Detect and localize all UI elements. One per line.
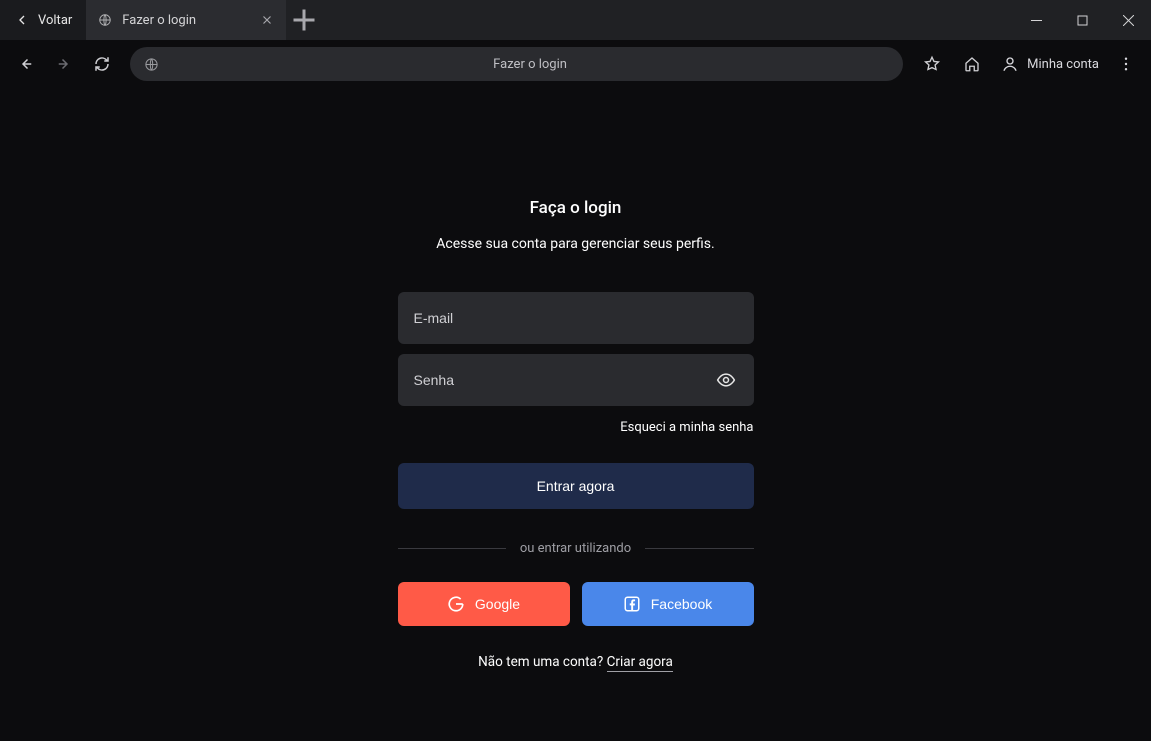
window-close-button[interactable] [1105, 0, 1151, 40]
login-panel: Faça o login Acesse sua conta para geren… [386, 88, 766, 741]
forgot-password-link[interactable]: Esqueci a minha senha [398, 420, 754, 435]
arrow-left-icon [14, 12, 30, 28]
signup-link[interactable]: Criar agora [607, 654, 673, 672]
address-bar[interactable]: Fazer o login [130, 47, 903, 81]
user-icon [1001, 55, 1019, 73]
facebook-icon [623, 595, 641, 613]
eye-icon [716, 370, 736, 390]
toggle-password-visibility-button[interactable] [714, 368, 738, 392]
titlebar: Voltar Fazer o login [0, 0, 1151, 40]
maximize-icon [1077, 15, 1088, 26]
window-minimize-button[interactable] [1013, 0, 1059, 40]
password-field-container [398, 354, 754, 406]
arrow-left-icon [17, 55, 35, 73]
signup-row: Não tem uma conta? Criar agora [386, 654, 766, 670]
social-buttons: Google Facebook [398, 582, 754, 626]
divider-label: ou entrar utilizando [520, 541, 631, 556]
tab-title: Fazer o login [122, 13, 196, 28]
facebook-label: Facebook [651, 596, 712, 612]
social-divider: ou entrar utilizando [398, 541, 754, 556]
reload-button[interactable] [86, 48, 118, 80]
submit-button[interactable]: Entrar agora [398, 463, 754, 509]
google-label: Google [475, 596, 520, 612]
home-icon [963, 55, 981, 73]
titlebar-back-label: Voltar [38, 13, 72, 28]
address-text: Fazer o login [171, 57, 889, 72]
nav-forward-button[interactable] [48, 48, 80, 80]
facebook-login-button[interactable]: Facebook [582, 582, 754, 626]
reload-icon [93, 55, 111, 73]
account-button[interactable]: Minha conta [995, 55, 1105, 73]
password-field[interactable] [414, 372, 714, 388]
window-maximize-button[interactable] [1059, 0, 1105, 40]
google-icon [447, 595, 465, 613]
close-icon [1123, 15, 1134, 26]
google-login-button[interactable]: Google [398, 582, 570, 626]
signup-prefix: Não tem uma conta? [478, 654, 606, 670]
globe-icon [98, 13, 112, 27]
close-icon [260, 13, 274, 27]
nav-back-button[interactable] [10, 48, 42, 80]
account-label: Minha conta [1027, 57, 1099, 72]
page-content: Faça o login Acesse sua conta para geren… [0, 88, 1151, 741]
star-icon [923, 55, 941, 73]
minimize-icon [1031, 15, 1042, 26]
home-button[interactable] [955, 47, 989, 81]
email-field[interactable] [414, 310, 738, 326]
bookmark-button[interactable] [915, 47, 949, 81]
window-controls [1013, 0, 1151, 40]
browser-toolbar: Fazer o login Minha conta [0, 40, 1151, 88]
titlebar-spacer [322, 0, 1013, 40]
titlebar-back-button[interactable]: Voltar [0, 0, 86, 40]
kebab-icon [1117, 55, 1135, 73]
arrow-right-icon [55, 55, 73, 73]
globe-icon [144, 57, 159, 72]
email-field-container [398, 292, 754, 344]
menu-button[interactable] [1111, 55, 1141, 73]
plus-icon [286, 2, 322, 38]
tab-login[interactable]: Fazer o login [86, 0, 286, 40]
new-tab-button[interactable] [286, 0, 322, 40]
tab-close-button[interactable] [260, 13, 274, 27]
login-subtitle: Acesse sua conta para gerenciar seus per… [386, 236, 766, 252]
login-title: Faça o login [386, 198, 766, 218]
